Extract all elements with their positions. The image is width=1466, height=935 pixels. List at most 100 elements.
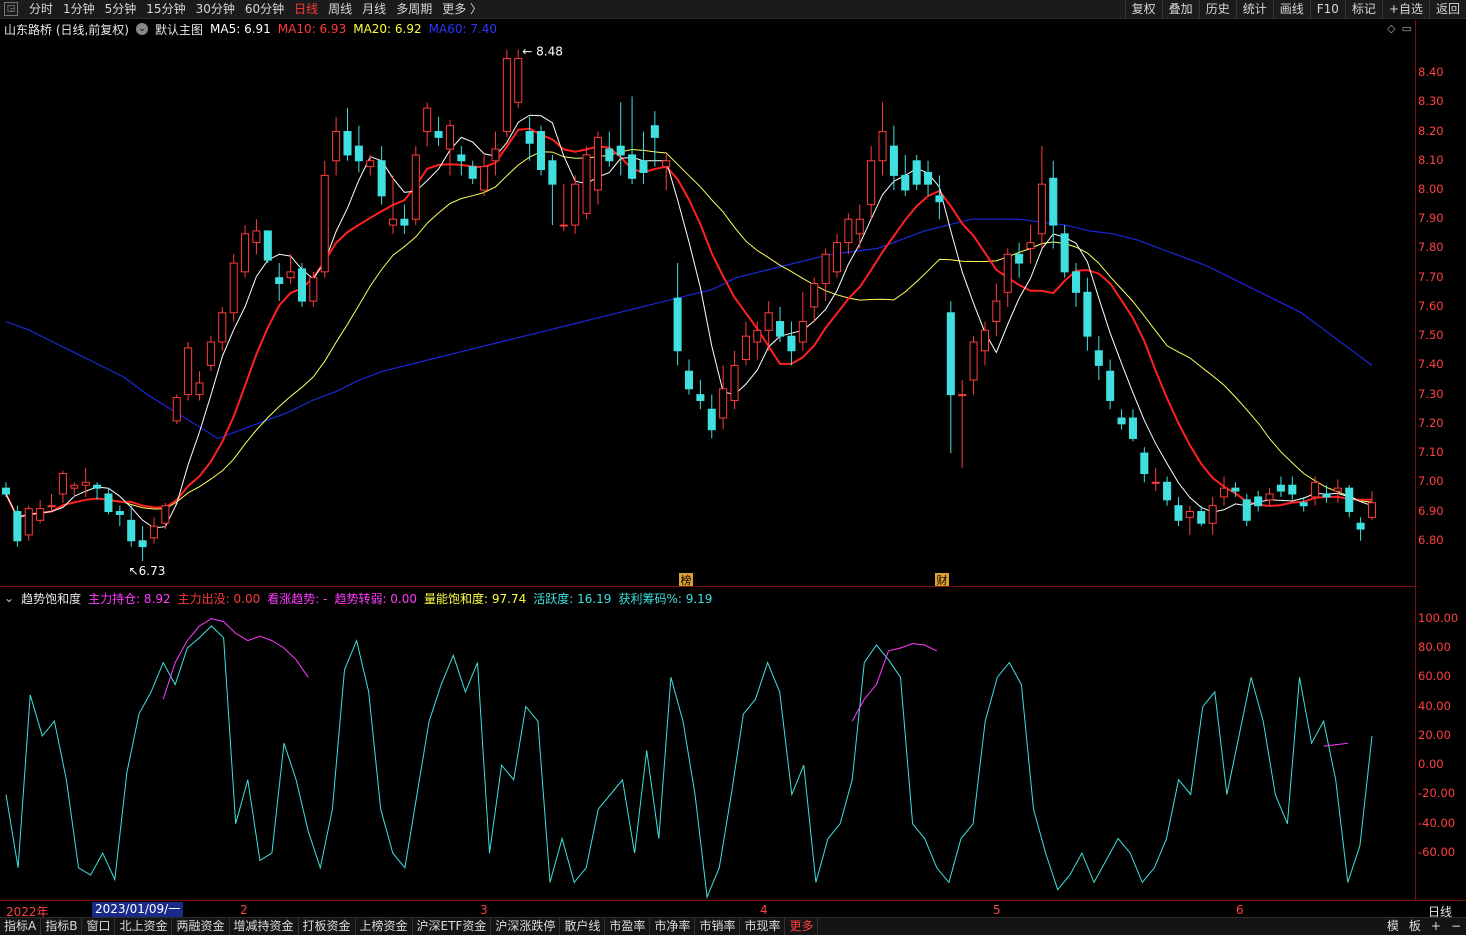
candle-body <box>1356 522 1365 530</box>
candle-body <box>1174 505 1183 521</box>
candle-body <box>798 321 807 343</box>
candle-body <box>1037 183 1046 235</box>
indicator-tick-5: 0.00 <box>1418 757 1444 772</box>
indicator-tick-0: 100.00 <box>1418 610 1459 625</box>
bottom-tab-6[interactable]: 打板资金 <box>299 918 356 935</box>
candle-body <box>229 262 238 314</box>
candle-body <box>1026 242 1035 249</box>
bottom-tab-5[interactable]: 增减持资金 <box>230 918 299 935</box>
candle-body <box>707 408 716 431</box>
ma10-line <box>5 127 1373 519</box>
candle-body <box>946 312 955 396</box>
bottom-tab-14[interactable]: 市现率 <box>740 918 786 935</box>
bottom-tabs: 指标A 指标B 窗口 北上资金 两融资金 增减持资金 打板资金 上榜资金 沪深ETF资金 沪深涨跌… <box>0 918 819 935</box>
candle-body <box>696 394 705 401</box>
candle-body <box>47 505 56 508</box>
candle-body <box>764 312 773 331</box>
candle-body <box>559 224 568 227</box>
candle-body <box>24 508 33 536</box>
bottom-tab-3[interactable]: 北上资金 <box>115 918 173 935</box>
candle-body <box>958 394 967 397</box>
candle-body <box>1163 481 1172 501</box>
candle-body <box>1333 487 1342 492</box>
candle-body <box>1219 487 1229 498</box>
candle-body <box>206 341 215 366</box>
candle-body <box>1231 487 1240 492</box>
candle-body <box>1140 452 1149 475</box>
candle-body <box>1106 370 1115 401</box>
bottom-control-0[interactable]: 模 <box>1382 918 1404 935</box>
bottom-tab-7[interactable]: 上榜资金 <box>356 918 413 935</box>
price-tick-11: 7.30 <box>1418 386 1444 401</box>
bottom-tab-1[interactable]: 指标B <box>41 918 83 935</box>
candle-body <box>149 525 159 539</box>
candle-body <box>1003 253 1012 293</box>
bottom-tab-12[interactable]: 市净率 <box>650 918 696 935</box>
high-annotation: ← 8.48 <box>522 45 563 59</box>
candle-body <box>1265 493 1274 501</box>
candle-body <box>741 335 750 361</box>
candle-body <box>787 335 796 352</box>
candle-body <box>332 131 341 162</box>
candle-body <box>434 131 443 138</box>
candle-body <box>1322 493 1331 498</box>
bottom-control-3[interactable]: − <box>1446 918 1466 935</box>
candle-body <box>1311 481 1320 498</box>
candle-body <box>127 519 136 542</box>
indicator-item-0: 主力持仓: 8.92 <box>88 591 171 606</box>
price-tick-10: 7.40 <box>1418 357 1444 372</box>
bottom-tab-13[interactable]: 市销率 <box>695 918 741 935</box>
candle-body <box>115 511 124 515</box>
candle-body <box>514 57 523 103</box>
chart-canvas[interactable]: ← 8.48 ↖6.73 榜 财 <box>0 0 1466 935</box>
bottom-tab-10[interactable]: 散户线 <box>560 918 606 935</box>
low-annotation: ↖6.73 <box>129 564 166 578</box>
bottom-control-2[interactable]: + <box>1426 918 1446 935</box>
candle-body <box>867 160 876 206</box>
candle-body <box>241 233 250 273</box>
candle-body <box>1345 487 1354 513</box>
indicator-menu-icon[interactable]: ⌄ <box>4 591 14 605</box>
candle-body <box>297 268 306 302</box>
bottom-tab-8[interactable]: 沪深ETF资金 <box>413 918 492 935</box>
candle-body <box>491 148 500 162</box>
candle-body <box>93 484 102 489</box>
candle-body <box>776 321 785 337</box>
candle-body <box>1151 481 1160 484</box>
candle-body <box>684 370 694 390</box>
candle-body <box>1242 499 1251 521</box>
bottom-tab-11[interactable]: 市盈率 <box>605 918 651 935</box>
candle-body <box>1185 511 1194 518</box>
candle-body <box>1299 502 1308 507</box>
indicator-name[interactable]: 趋势饱和度 <box>21 590 81 607</box>
price-tick-0: 8.40 <box>1418 65 1444 80</box>
month-label-1: 3 <box>480 903 488 917</box>
candle-body <box>502 57 511 133</box>
indicator-item-2: 看涨趋势: - <box>267 591 328 606</box>
rank-mark: 榜 <box>681 573 692 587</box>
bottom-tab-15[interactable]: 更多 <box>785 918 819 935</box>
bottom-control-1[interactable]: 板 <box>1404 918 1426 935</box>
price-tick-7: 7.70 <box>1418 269 1444 284</box>
candle-body <box>935 195 944 203</box>
pane-divider <box>0 586 1415 587</box>
price-tick-6: 7.80 <box>1418 240 1444 255</box>
candle-body <box>445 125 454 150</box>
candle-body <box>343 131 352 156</box>
candle-body <box>969 341 978 381</box>
candle-body <box>719 388 728 419</box>
bottom-tab-9[interactable]: 沪深涨跌停 <box>491 918 561 935</box>
bottom-tab-0[interactable]: 指标A <box>0 918 42 935</box>
candle-body <box>1208 505 1217 524</box>
candle-body <box>468 166 477 179</box>
month-label-0: 2 <box>240 903 248 917</box>
candle-body <box>377 160 386 197</box>
candle-body <box>582 154 591 214</box>
candle-body <box>70 484 79 489</box>
bottom-tab-2[interactable]: 窗口 <box>82 918 116 935</box>
candle-body <box>1288 484 1297 495</box>
candle-body <box>832 242 842 273</box>
bottom-tab-4[interactable]: 两融资金 <box>172 918 230 935</box>
candle-body <box>1015 253 1024 264</box>
candle-body <box>1276 484 1285 492</box>
